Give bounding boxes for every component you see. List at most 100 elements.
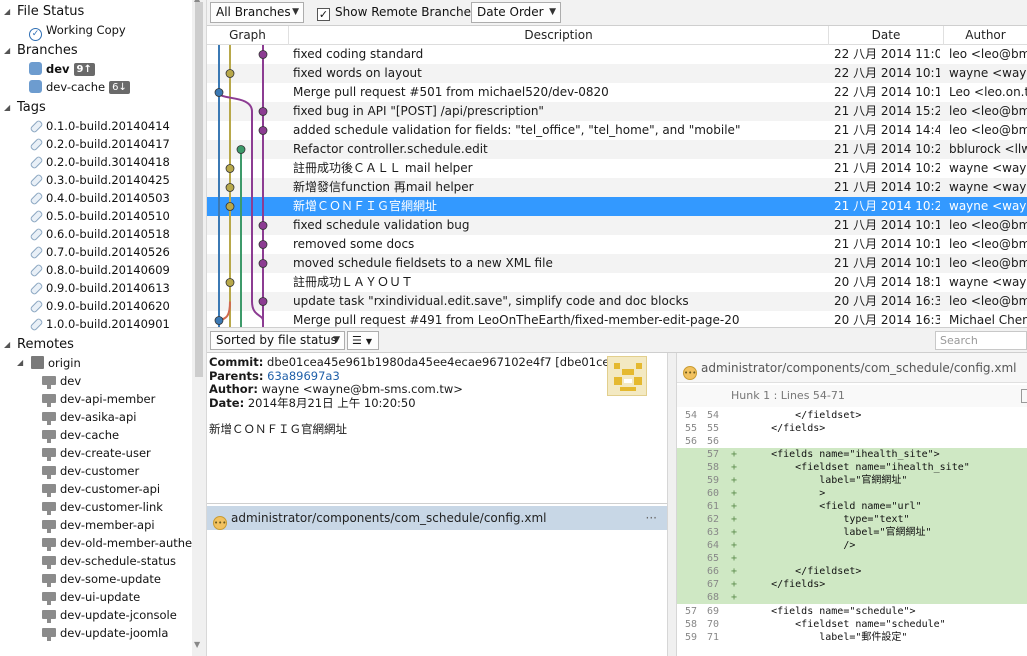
- table-row[interactable]: fixed coding standard 22 八月 2014 11:08 leo…: [207, 45, 1027, 64]
- collapse-triangle-icon[interactable]: ◢: [4, 42, 10, 60]
- sidebar-remote-branch[interactable]: dev-update-jconsole: [42, 606, 177, 624]
- header-description[interactable]: Description: [289, 26, 829, 45]
- graph-commit-dot[interactable]: [258, 126, 268, 135]
- sidebar-tag[interactable]: 0.1.0-build.20140414: [29, 117, 170, 135]
- graph-commit-dot[interactable]: [258, 259, 268, 268]
- table-row[interactable]: moved schedule fieldsets to a new XML fi…: [207, 254, 1027, 273]
- collapse-triangle-icon[interactable]: ◢: [4, 336, 10, 354]
- sidebar-remote-branch[interactable]: dev-member-api: [42, 516, 155, 534]
- show-remote-branches-toggle[interactable]: ✓ Show Remote Branches: [317, 4, 477, 22]
- sidebar-remote-branch[interactable]: dev-customer-api: [42, 480, 160, 498]
- sidebar-remote-branch-label: dev-old-member-auther: [60, 536, 197, 550]
- collapse-triangle-icon[interactable]: ◢: [4, 99, 10, 117]
- sidebar-remote-branch[interactable]: dev: [42, 372, 81, 390]
- table-row[interactable]: update task "rxindividual.edit.save", si…: [207, 292, 1027, 311]
- sidebar-remote-branch[interactable]: dev-customer-link: [42, 498, 163, 516]
- table-row[interactable]: fixed words on layout 22 八月 2014 10:15 way…: [207, 64, 1027, 83]
- commit-date: 21 八月 2014 14:47: [834, 123, 940, 137]
- sidebar-tag[interactable]: 0.6.0-build.20140518: [29, 225, 170, 243]
- sidebar-tag[interactable]: 0.5.0-build.20140510: [29, 207, 170, 225]
- table-row[interactable]: 新增ＣＯＮＦＩＧ官網網址 21 八月 2014 10:20 wayne <wayn: [207, 197, 1027, 216]
- graph-commit-dot[interactable]: [214, 316, 224, 325]
- sidebar-tag[interactable]: 0.9.0-build.20140613: [29, 279, 170, 297]
- sidebar-remote-origin[interactable]: origin: [31, 354, 81, 372]
- sidebar-tag[interactable]: 0.8.0-build.20140609: [29, 261, 170, 279]
- sidebar-remote-branch[interactable]: dev-api-member: [42, 390, 155, 408]
- file-options-button[interactable]: ···: [646, 506, 657, 530]
- checkbox-checked-icon[interactable]: ✓: [317, 8, 330, 21]
- branches-section-header[interactable]: Branches: [17, 42, 78, 60]
- scroll-down-arrow-icon[interactable]: ▼: [194, 640, 200, 649]
- diff-code: <field name="url": [747, 501, 922, 512]
- parent-hash-link[interactable]: 63a89697a3: [267, 369, 340, 383]
- branch-filter-dropdown[interactable]: All Branches ▼: [210, 2, 304, 23]
- table-row[interactable]: added schedule validation for fields: "t…: [207, 121, 1027, 140]
- graph-commit-dot[interactable]: [258, 221, 268, 230]
- search-input[interactable]: Search: [935, 331, 1027, 350]
- table-row[interactable]: ⎇dev9 aheadMerge pull request #491 from …: [207, 311, 1027, 327]
- header-graph[interactable]: Graph: [207, 26, 289, 45]
- graph-commit-dot[interactable]: [225, 183, 235, 192]
- graph-commit-dot[interactable]: [258, 50, 268, 59]
- pane-splitter[interactable]: [667, 353, 677, 656]
- table-row[interactable]: 新增發信function 再mail helper 21 八月 2014 10:2…: [207, 178, 1027, 197]
- graph-commit-dot[interactable]: [258, 107, 268, 116]
- graph-commit-dot[interactable]: [214, 88, 224, 97]
- table-row[interactable]: Refactor controller.schedule.edit 21 八月 2…: [207, 140, 1027, 159]
- sidebar-remote-branch[interactable]: dev-create-user: [42, 444, 151, 462]
- hunk-header: Hunk 1 : Lines 54-71: [677, 385, 1027, 407]
- list-view-button[interactable]: ☰ ▼: [347, 331, 379, 350]
- tag-icon: [29, 245, 42, 258]
- graph-commit-dot[interactable]: [225, 202, 235, 211]
- hunk-action-button[interactable]: [1021, 389, 1027, 403]
- sidebar-scroll-thumb[interactable]: [195, 2, 203, 377]
- table-row[interactable]: fixed schedule validation bug 21 八月 2014 …: [207, 216, 1027, 235]
- file-row[interactable]: ••• administrator/components/com_schedule…: [207, 506, 667, 530]
- sidebar-remote-branch[interactable]: dev-some-update: [42, 570, 161, 588]
- header-author[interactable]: Author: [944, 26, 1027, 45]
- sidebar-remote-branch[interactable]: dev-schedule-status: [42, 552, 176, 570]
- commit-author: wayne <wayn: [949, 180, 1027, 194]
- sidebar-remote-branch[interactable]: dev-customer: [42, 462, 139, 480]
- author-value: wayne <wayne@bm-sms.com.tw>: [261, 382, 463, 396]
- sidebar-remote-branch[interactable]: dev-ui-update: [42, 588, 140, 606]
- table-row[interactable]: 註冊成功後ＣＡＬＬ mail helper 21 八月 2014 10:24 way…: [207, 159, 1027, 178]
- collapse-triangle-icon[interactable]: ◢: [17, 354, 23, 372]
- order-dropdown[interactable]: Date Order ▼: [471, 2, 561, 23]
- sidebar-tag[interactable]: 0.2.0-build.30140418: [29, 153, 170, 171]
- sidebar-tag[interactable]: 1.0.0-build.20140901: [29, 315, 170, 333]
- sidebar-remote-branch[interactable]: dev-old-member-auther: [42, 534, 197, 552]
- graph-commit-dot[interactable]: [225, 69, 235, 78]
- sort-dropdown[interactable]: Sorted by file status ▼: [210, 331, 345, 350]
- sidebar-remote-branch[interactable]: dev-asika-api: [42, 408, 136, 426]
- graph-commit-dot[interactable]: [225, 278, 235, 287]
- table-row[interactable]: removed some docs 21 八月 2014 10:11 leo <le…: [207, 235, 1027, 254]
- sidebar-tag[interactable]: 0.2.0-build.20140417: [29, 135, 170, 153]
- detail-scrollbar[interactable]: [650, 353, 667, 503]
- sort-value: Sorted by file status: [216, 333, 337, 347]
- sidebar-tag[interactable]: 0.4.0-build.20140503: [29, 189, 170, 207]
- sidebar-branch-dev[interactable]: dev 9↑: [29, 60, 95, 78]
- sidebar-tag[interactable]: 0.9.0-build.20140620: [29, 297, 170, 315]
- sidebar-branch-dev-cache[interactable]: dev-cache 6↓: [29, 78, 130, 96]
- header-date[interactable]: Date: [829, 26, 944, 45]
- graph-commit-dot[interactable]: [236, 145, 246, 154]
- collapse-triangle-icon[interactable]: ◢: [4, 3, 10, 21]
- sidebar-tag[interactable]: 0.7.0-build.20140526: [29, 243, 170, 261]
- commit-date: 20 八月 2014 16:36: [834, 294, 940, 308]
- graph-commit-dot[interactable]: [225, 164, 235, 173]
- sidebar-item-working-copy[interactable]: ✓ Working Copy: [29, 21, 126, 41]
- graph-commit-dot[interactable]: [258, 240, 268, 249]
- table-row[interactable]: Merge pull request #501 from michael520/…: [207, 83, 1027, 102]
- table-row[interactable]: 註冊成功ＬＡＹＯＵＴ 20 八月 2014 18:17 wayne <wayn: [207, 273, 1027, 292]
- remotes-section-header[interactable]: Remotes: [17, 336, 74, 354]
- tags-section-header[interactable]: Tags: [17, 99, 46, 117]
- sidebar-remote-branch[interactable]: dev-update-joomla: [42, 624, 168, 642]
- sidebar-scrollbar[interactable]: ▲ ▼: [192, 0, 206, 656]
- sidebar-remote-branch[interactable]: dev-cache: [42, 426, 119, 444]
- file-status-section-header[interactable]: File Status: [17, 3, 84, 21]
- table-row[interactable]: fixed bug in API "[POST] /api/prescripti…: [207, 102, 1027, 121]
- graph-commit-dot[interactable]: [258, 297, 268, 306]
- sidebar-tag[interactable]: 0.3.0-build.20140425: [29, 171, 170, 189]
- diff-code: </fields>: [747, 579, 826, 590]
